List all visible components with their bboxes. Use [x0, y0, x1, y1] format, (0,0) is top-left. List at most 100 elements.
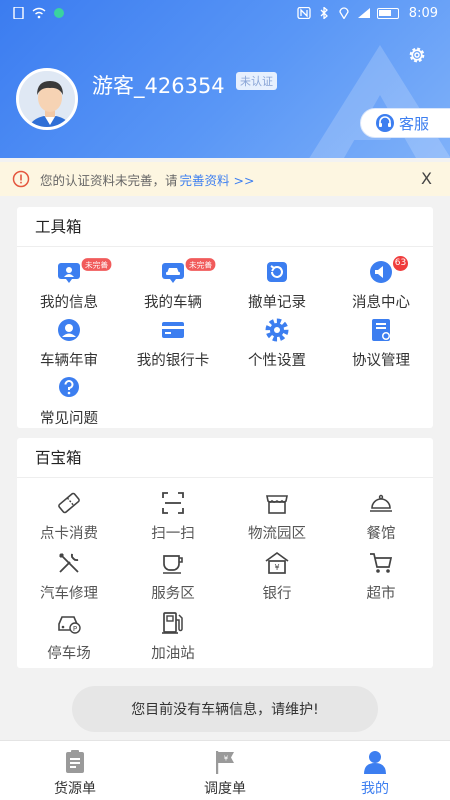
toolbox-item-label: 撤单记录 — [248, 295, 306, 311]
treasure-item-label: 加油站 — [151, 646, 195, 662]
app-notification-icon — [54, 8, 64, 18]
treasure-item-parking[interactable]: P 停车场 — [17, 606, 121, 666]
location-icon — [339, 7, 349, 19]
nfc-icon — [297, 7, 311, 19]
toolbox-item-label: 个性设置 — [248, 353, 306, 369]
cert-status-badge: 未认证 — [236, 72, 277, 90]
treasure-item-label: 停车场 — [47, 646, 91, 662]
bluetooth-icon — [320, 7, 328, 19]
treasure-box-title: 百宝箱 — [17, 438, 433, 478]
treasure-item-supermarket[interactable]: 超市 — [329, 546, 433, 606]
document-icon — [372, 319, 390, 341]
profile-header: 8:09 游客_426354 未认证 客服 — [0, 0, 450, 158]
signal-icon — [357, 8, 370, 18]
speaker-icon — [370, 261, 392, 283]
toolbox-item-label: 我的信息 — [40, 295, 98, 311]
bank-icon: ¥ — [265, 551, 289, 574]
toolbox-item-cancel-records[interactable]: 撤单记录 — [225, 255, 329, 313]
toolbox-item-label: 我的银行卡 — [136, 353, 210, 369]
treasure-item-scan[interactable]: 扫一扫 — [121, 486, 225, 546]
toast-message: 您目前没有车辆信息，请维护! — [72, 686, 378, 732]
clipboard-icon — [66, 750, 84, 773]
notice-bar: 您的认证资料未完善，请 完善资料 >> X — [0, 162, 450, 196]
scan-icon — [162, 492, 184, 514]
treasure-item-service-area[interactable]: 服务区 — [121, 546, 225, 606]
warning-icon — [12, 170, 30, 188]
cart-icon — [370, 553, 393, 573]
notice-close-button[interactable]: X — [421, 169, 432, 188]
tab-cargo-orders[interactable]: 货源单 — [0, 741, 150, 800]
toolbox-title: 工具箱 — [17, 207, 433, 247]
toolbox-item-my-info[interactable]: 未完善 我的信息 — [17, 255, 121, 313]
parking-icon: P — [58, 616, 81, 634]
status-bar: 8:09 — [0, 0, 450, 26]
gear-icon — [265, 318, 289, 342]
toolbox-item-bank-card[interactable]: 我的银行卡 — [121, 313, 225, 371]
customer-service-button[interactable]: 客服 — [360, 108, 450, 138]
tab-label: 货源单 — [54, 781, 96, 797]
svg-text:¥: ¥ — [274, 563, 279, 572]
bottom-tab-bar: 货源单 ¥ 调度单 我的 — [0, 740, 450, 800]
tab-mine[interactable]: 我的 — [300, 741, 450, 800]
toolbox-item-personal-settings[interactable]: 个性设置 — [225, 313, 329, 371]
toolbox-item-annual-inspection[interactable]: 车辆年审 — [17, 313, 121, 371]
incomplete-tag: 未完善 — [185, 258, 216, 271]
treasure-item-label: 汽车修理 — [40, 586, 98, 602]
wrench-icon — [59, 553, 79, 573]
tab-dispatch-orders[interactable]: ¥ 调度单 — [150, 741, 300, 800]
treasure-box-card: 百宝箱 点卡消费 扫一扫 物流园区 餐馆 汽车修理 服务区 ¥ 银行 超市 P … — [17, 438, 433, 668]
tab-label: 我的 — [361, 781, 389, 797]
toolbox-card: 工具箱 未完善 我的信息 未完善 我的车辆 撤单记录 63 消息中心 车辆年审 … — [17, 207, 433, 428]
toolbox-item-my-vehicle[interactable]: 未完善 我的车辆 — [121, 255, 225, 313]
username: 游客_426354 — [92, 74, 225, 98]
refresh-icon — [267, 262, 287, 282]
id-card-icon — [58, 263, 80, 283]
notice-text: 您的认证资料未完善，请 — [40, 172, 178, 188]
toolbox-item-label: 消息中心 — [352, 295, 410, 311]
treasure-item-label: 点卡消费 — [40, 526, 98, 542]
treasure-item-label: 银行 — [262, 586, 292, 602]
gear-icon[interactable] — [406, 44, 428, 66]
treasure-item-car-repair[interactable]: 汽车修理 — [17, 546, 121, 606]
toolbox-item-label: 协议管理 — [352, 353, 410, 369]
unread-count-badge: 63 — [393, 256, 408, 271]
treasure-item-card-consume[interactable]: 点卡消费 — [17, 486, 121, 546]
car-icon — [162, 263, 184, 283]
status-time: 8:09 — [408, 5, 438, 21]
incomplete-tag: 未完善 — [81, 258, 112, 271]
toolbox-item-faq[interactable]: 常见问题 — [17, 371, 121, 429]
fuel-icon — [162, 612, 183, 634]
battery-icon — [376, 7, 399, 19]
toolbox-item-label: 我的车辆 — [144, 295, 202, 311]
bank-card-icon — [162, 322, 184, 338]
treasure-item-label: 物流园区 — [248, 526, 306, 542]
treasure-item-label: 餐馆 — [366, 526, 396, 542]
treasure-item-bank[interactable]: ¥ 银行 — [225, 546, 329, 606]
person-icon — [364, 751, 386, 774]
treasure-item-gas-station[interactable]: 加油站 — [121, 606, 225, 666]
user-avatar-icon — [19, 71, 75, 127]
treasure-item-label: 服务区 — [151, 586, 195, 602]
dispatch-flag-icon: ¥ — [216, 751, 234, 774]
treasure-item-label: 扫一扫 — [151, 526, 195, 542]
toolbox-item-agreement-management[interactable]: 协议管理 — [329, 313, 433, 371]
avatar[interactable] — [16, 68, 78, 130]
toolbox-item-label: 车辆年审 — [40, 353, 98, 369]
store-icon — [266, 495, 288, 514]
svg-text:¥: ¥ — [224, 755, 229, 763]
sim-icon — [13, 7, 24, 19]
complete-info-link[interactable]: 完善资料 >> — [180, 170, 255, 189]
dish-icon — [370, 494, 392, 512]
headset-icon — [376, 114, 394, 132]
question-icon — [59, 377, 79, 397]
customer-service-label: 客服 — [399, 114, 430, 133]
treasure-item-logistics-park[interactable]: 物流园区 — [225, 486, 329, 546]
toolbox-item-label: 常见问题 — [40, 411, 98, 427]
wifi-icon — [32, 7, 46, 19]
ticket-icon — [58, 492, 80, 514]
treasure-item-restaurant[interactable]: 餐馆 — [329, 486, 433, 546]
toolbox-item-message-center[interactable]: 63 消息中心 — [329, 255, 433, 313]
user-badge-icon — [58, 319, 80, 341]
cup-icon — [163, 555, 183, 574]
treasure-item-label: 超市 — [366, 586, 396, 602]
